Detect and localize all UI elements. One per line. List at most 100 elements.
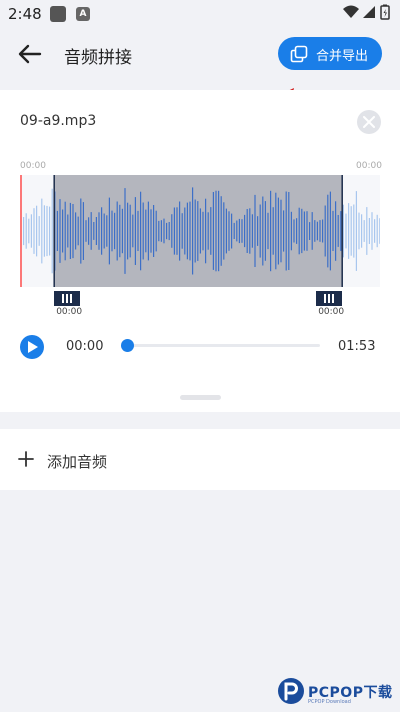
waveform-bar	[119, 204, 121, 258]
waveform-bar	[88, 217, 90, 245]
waveform-bar	[82, 202, 84, 260]
waveform-bar	[64, 201, 66, 261]
waveform-bar	[337, 215, 339, 247]
waveform-bar	[202, 211, 204, 251]
waveform-bar	[316, 221, 318, 241]
waveform-bar	[324, 205, 326, 257]
waveform-bar	[238, 218, 240, 244]
waveform-bar	[371, 212, 373, 250]
waveform-bar	[56, 210, 58, 251]
back-button[interactable]	[16, 40, 44, 68]
waveform-bar	[254, 194, 256, 267]
waveform[interactable]	[20, 175, 380, 287]
waveform-bar	[137, 210, 139, 251]
waveform-bar	[285, 191, 287, 271]
notification-icon	[50, 6, 66, 22]
waveform-bar	[147, 201, 149, 261]
waveform-bar	[72, 204, 74, 259]
waveform-bar	[179, 201, 181, 261]
waveform-bar	[85, 220, 87, 242]
waveform-bar	[77, 216, 79, 246]
waveform-bar	[301, 208, 303, 254]
waveform-bar	[114, 212, 116, 250]
waveform-bar	[41, 198, 43, 264]
page-title: 音频拼接	[64, 48, 132, 68]
watermark-subtext: PCPOP Download	[308, 699, 351, 705]
waveform-bar	[150, 209, 152, 253]
waveform-bar	[327, 194, 329, 268]
waveform-bar	[176, 207, 178, 255]
waveform-bar	[127, 202, 129, 260]
audio-track-card: 09-a9.mp3 00:00 00:00 00:00 00:00 00:00 …	[0, 90, 400, 412]
copy-icon	[290, 45, 308, 63]
app-bar: 音频拼接 合并导出	[0, 28, 400, 80]
waveform-bar	[228, 211, 230, 251]
waveform-bar	[306, 211, 308, 251]
waveform-bar	[90, 212, 92, 250]
seek-bar[interactable]	[124, 344, 320, 347]
waveform-bar	[361, 214, 363, 248]
status-icons	[342, 4, 392, 26]
waveform-bar	[355, 191, 357, 271]
waveform-bar	[236, 220, 238, 242]
waveform-bar	[186, 202, 188, 260]
signal-icon	[363, 6, 375, 18]
waveform-bar	[192, 187, 194, 275]
merge-export-label: 合并导出	[316, 49, 369, 64]
trim-handle-right[interactable]	[316, 291, 343, 306]
waveform-bar	[171, 214, 173, 248]
waveform-bar	[275, 192, 277, 270]
waveform-bar	[257, 216, 259, 246]
waveform-bar	[314, 220, 316, 242]
add-audio-label: 添加音频	[47, 453, 108, 471]
waveform-bar	[309, 222, 311, 240]
waveform-bar	[189, 201, 191, 261]
waveform-bar	[293, 219, 295, 243]
trim-handle-left[interactable]	[54, 291, 81, 306]
arrow-left-icon	[18, 44, 42, 64]
waveform-bar	[49, 206, 51, 256]
waveform-bar	[249, 208, 251, 254]
waveform-bar	[241, 219, 243, 243]
waveform-bar	[184, 207, 186, 255]
waveform-bar	[288, 192, 290, 270]
waveform-bar	[59, 199, 61, 263]
plus-icon	[18, 451, 34, 467]
add-audio-button[interactable]: 添加音频	[0, 429, 400, 490]
waveform-bar	[303, 211, 305, 251]
merge-export-button[interactable]: 合并导出	[278, 37, 382, 70]
waveform-bar	[358, 212, 360, 250]
waveform-bar	[363, 220, 365, 242]
waveform-bar	[142, 202, 144, 260]
waveform-bar	[348, 203, 350, 259]
waveform-bar	[233, 222, 235, 239]
waveform-bar	[332, 210, 334, 251]
trim-start-time: 00:00	[56, 307, 83, 317]
waveform-bar	[38, 216, 40, 246]
waveform-bar	[374, 219, 376, 243]
status-time: 2:48	[8, 5, 42, 23]
waveform-bar	[134, 197, 136, 265]
waveform-bar	[121, 208, 123, 254]
drag-handle[interactable]	[180, 395, 221, 400]
waveform-bar	[106, 215, 108, 247]
waveform-bar	[340, 211, 342, 251]
waveform-bar	[215, 190, 217, 272]
play-icon	[28, 341, 38, 353]
waveform-bar	[225, 208, 227, 254]
waveform-bar	[311, 212, 313, 250]
waveform-bar	[199, 208, 201, 254]
waveform-bar	[212, 192, 214, 270]
seek-thumb[interactable]	[121, 339, 134, 352]
play-button[interactable]	[20, 335, 44, 359]
waveform-bar	[95, 217, 97, 245]
waveform-bar	[368, 218, 370, 244]
waveform-bar	[259, 204, 261, 258]
waveform-bar	[267, 212, 269, 250]
waveform-bar	[283, 210, 285, 252]
waveform-bar	[129, 204, 131, 258]
waveform-bar	[80, 198, 82, 264]
remove-track-button[interactable]	[357, 110, 381, 134]
waveform-bar	[353, 204, 355, 258]
pcpop-logo-icon	[278, 678, 304, 704]
